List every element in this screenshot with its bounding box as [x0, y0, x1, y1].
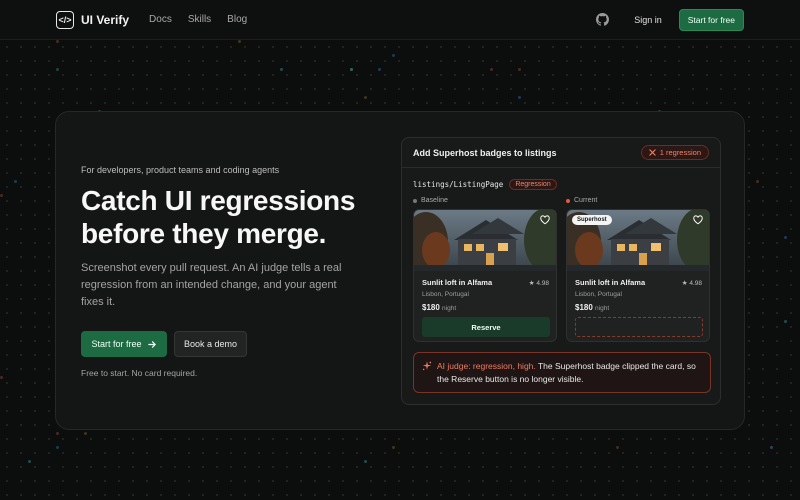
- nav-link-docs[interactable]: Docs: [149, 14, 172, 25]
- component-path-row: listings/ListingPage Regression: [413, 179, 557, 190]
- listing-location: Lisbon, Portugal: [575, 291, 622, 298]
- review-panel: Add Superhost badges to listings 1 regre…: [401, 137, 721, 405]
- current-label-text: Current: [574, 197, 598, 204]
- baseline-dot-icon: [413, 198, 417, 203]
- component-path: listings/ListingPage: [413, 180, 504, 189]
- listing-rating: ★ 4.98: [681, 280, 702, 287]
- panel-header: Add Superhost badges to listings 1 regre…: [402, 138, 720, 168]
- current-listing-card: Superhost Sunlit loft in Alfama ★ 4.98 L…: [566, 209, 710, 342]
- logo-icon[interactable]: </>: [56, 10, 74, 29]
- heart-icon[interactable]: [693, 215, 703, 225]
- start-free-button[interactable]: Start for free: [81, 331, 167, 357]
- sparkle-icon: [422, 361, 432, 371]
- baseline-label-text: Baseline: [421, 197, 448, 204]
- hero-subtext: Screenshot every pull request. An AI jud…: [81, 262, 342, 308]
- rating-value: 4.98: [689, 280, 702, 287]
- top-nav: </> UI Verify Docs Skills Blog Sign in S…: [0, 0, 800, 40]
- regression-status-badge: Regression: [509, 179, 557, 190]
- reserve-button[interactable]: Reserve: [422, 317, 550, 337]
- arrow-right-icon: [147, 340, 156, 348]
- nav-actions: Sign in Start for free: [596, 8, 744, 31]
- listing-location: Lisbon, Portugal: [422, 291, 469, 298]
- baseline-listing-card: Sunlit loft in Alfama ★ 4.98 Lisbon, Por…: [413, 209, 557, 342]
- nav-start-free-button[interactable]: Start for free: [678, 8, 744, 31]
- price-unit: night: [442, 305, 457, 312]
- github-icon[interactable]: [596, 13, 610, 26]
- baseline-label: Baseline: [413, 197, 448, 204]
- listing-title: Sunlit loft in Alfama: [422, 278, 493, 287]
- judge-verdict: AI judge: regression, high.: [437, 361, 536, 371]
- regression-count: 1 regression: [659, 148, 701, 157]
- heart-icon[interactable]: [540, 215, 550, 225]
- regression-count-badge[interactable]: 1 regression: [640, 145, 709, 160]
- close-icon: [649, 149, 656, 156]
- current-dot-icon: [566, 198, 570, 203]
- start-free-label: Start for free: [91, 339, 142, 349]
- sign-in-link[interactable]: Sign in: [634, 15, 662, 25]
- price-value: $180: [575, 303, 593, 312]
- current-label: Current: [566, 197, 597, 204]
- hero-headline: Catch UI regressions before they merge.: [81, 185, 356, 249]
- hero-footnote: Free to start. No card required.: [81, 368, 198, 378]
- price-value: $180: [422, 303, 440, 312]
- price-unit: night: [595, 305, 610, 312]
- listing-price: $180 night: [422, 303, 456, 312]
- missing-reserve-outline: [575, 317, 703, 337]
- listing-title: Sunlit loft in Alfama: [575, 278, 646, 287]
- hero-eyebrow: For developers, product teams and coding…: [81, 165, 280, 175]
- listing-rating: ★ 4.98: [528, 280, 549, 287]
- rating-value: 4.98: [536, 280, 549, 287]
- house-photo-icon: [414, 210, 556, 271]
- book-demo-button[interactable]: Book a demo: [174, 331, 247, 357]
- listing-price: $180 night: [575, 303, 609, 312]
- hero-card: For developers, product teams and coding…: [55, 111, 745, 430]
- panel-title: Add Superhost badges to listings: [413, 147, 557, 158]
- nav-link-skills[interactable]: Skills: [188, 14, 211, 25]
- brand-name[interactable]: UI Verify: [81, 13, 129, 27]
- ai-judge-callout: AI judge: regression, high. The Superhos…: [413, 352, 711, 393]
- superhost-badge: Superhost: [572, 215, 612, 225]
- nav-link-blog[interactable]: Blog: [227, 14, 247, 25]
